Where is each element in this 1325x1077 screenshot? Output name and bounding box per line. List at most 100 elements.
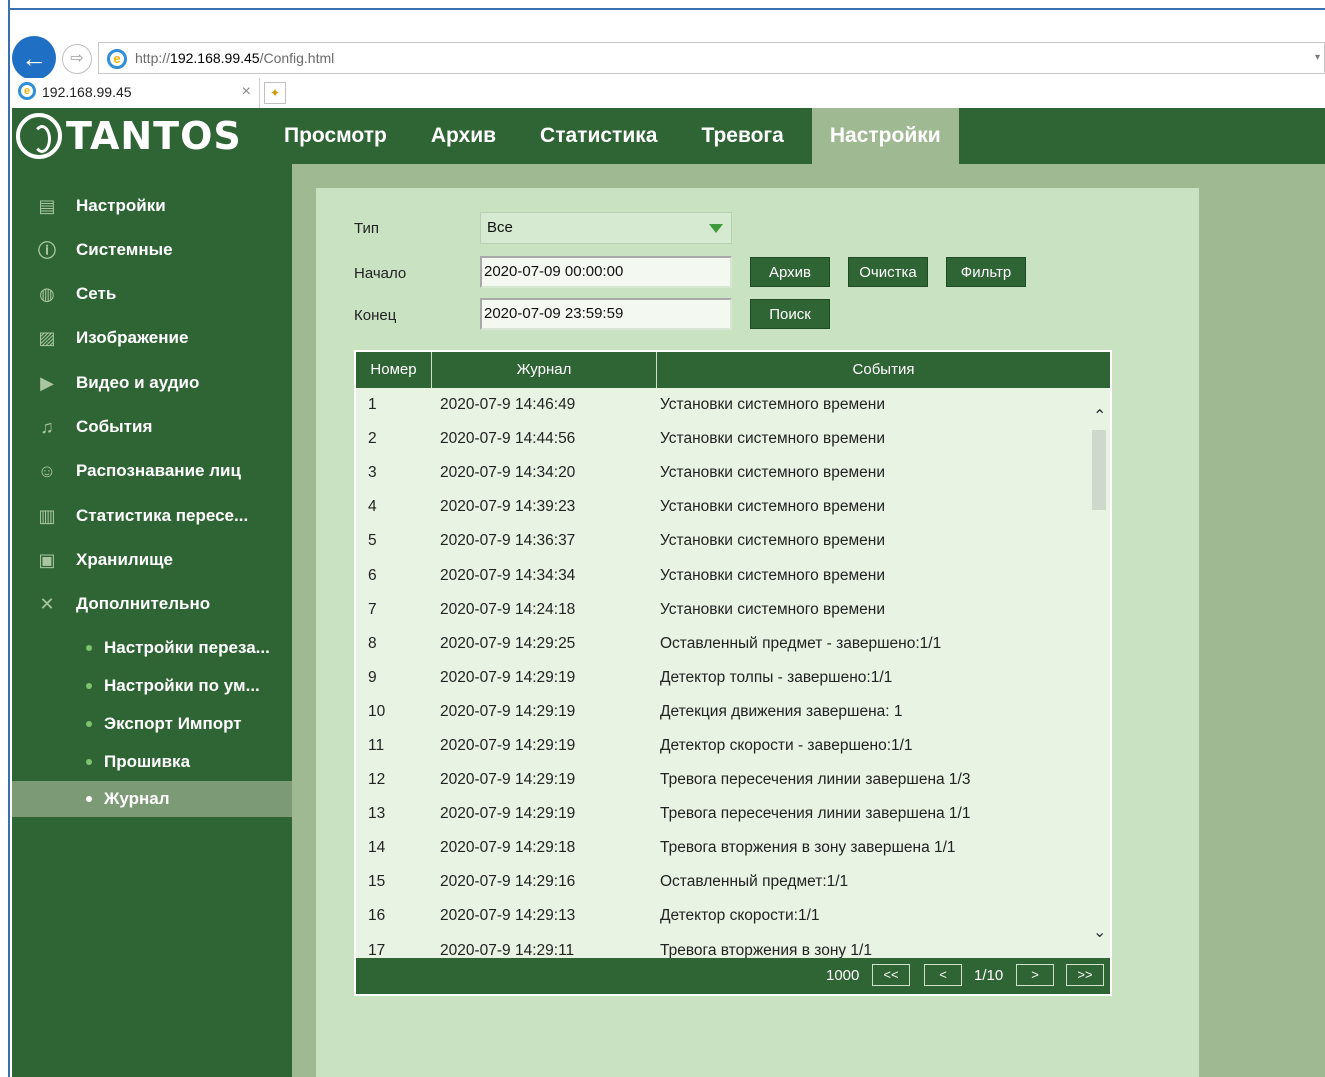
row-event: Установки системного времени [660,566,886,584]
sidebar-item-settings[interactable]: ▤ Настройки [12,186,292,226]
row-timestamp: 2020-07-9 14:29:11 [440,941,575,958]
row-event: Установки системного времени [660,430,886,448]
sidebar-subitem-reboot-settings[interactable]: Настройки переза... [12,630,292,666]
last-page-button[interactable]: >> [1066,964,1104,986]
nav-view[interactable]: Просмотр [268,108,403,164]
search-button[interactable]: Поиск [750,299,830,329]
first-page-button[interactable]: << [872,964,910,986]
globe-icon: ◍ [39,283,55,304]
end-time-input[interactable]: 2020-07-09 23:59:59 [480,298,732,330]
app-header: TANTOS Просмотр Архив Статистика Тревога… [12,108,1325,164]
column-events[interactable]: События [657,352,1110,388]
sidebar-item-face-recognition[interactable]: ☺ Распознавание лиц [12,451,292,491]
sidebar-item-image[interactable]: ▨ Изображение [12,318,292,358]
row-number: 11 [368,736,385,754]
sidebar-subitem-default-settings[interactable]: Настройки по ум... [12,668,292,704]
type-select-value: Все [487,219,513,236]
row-timestamp: 2020-07-9 14:34:34 [440,566,576,584]
next-page-button[interactable]: > [1016,964,1054,986]
table-row[interactable]: 1 2020-07-9 14:46:49 Установки системного … [356,388,1090,422]
dropdown-icon[interactable]: ▾ [1315,43,1320,73]
sidebar-item-label: Системные [76,240,173,259]
image-icon: ▨ [38,327,56,348]
scrollbar[interactable]: ⌃ ⌄ [1090,388,1110,958]
chevron-down-icon[interactable]: ⌄ [1093,922,1106,942]
table-row[interactable]: 3 2020-07-9 14:34:20 Установки системного … [356,456,1090,490]
settings-icon: ▤ [38,195,56,216]
row-event: Тревога вторжения в зону завершена 1/1 [660,839,956,857]
row-timestamp: 2020-07-9 14:39:23 [440,498,576,516]
sidebar-subitem-log[interactable]: Журнал [12,781,292,817]
row-number: 17 [368,941,386,958]
close-icon[interactable]: × [242,78,251,106]
row-number: 13 [368,805,386,823]
table-row[interactable]: 12 2020-07-9 14:29:19 Тревога пересечения … [356,763,1090,797]
chevron-up-icon[interactable]: ⌃ [1093,406,1106,426]
sidebar-item-system[interactable]: ⓘ Системные [12,230,292,270]
logo-mark-icon [16,113,62,159]
row-event: Оставленный предмет:1/1 [660,873,849,891]
sidebar-item-events[interactable]: ♫ События [12,407,292,447]
bullet-icon [86,721,92,727]
pagination-bar: 1000 << < 1/10 > >> [356,958,1110,994]
forward-arrow-icon[interactable]: ⇨ [62,44,92,74]
face-icon: ☺ [37,460,57,481]
sidebar-item-label: Дополнительно [76,594,211,613]
table-row[interactable]: 14 2020-07-9 14:29:18 Тревога вторжения в … [356,831,1090,865]
table-row[interactable]: 15 2020-07-9 14:29:16 Оставленный предмет:… [356,865,1090,899]
table-row[interactable]: 16 2020-07-9 14:29:13 Детектор скорости:1/… [356,899,1090,933]
log-panel: Тип Все Начало 2020-07-09 00:00:00 Конец… [316,188,1199,1077]
table-row[interactable]: 7 2020-07-9 14:24:18 Установки системного … [356,593,1090,627]
back-arrow-icon[interactable]: ← [12,36,56,80]
table-row[interactable]: 17 2020-07-9 14:29:11 Тревога вторжения в … [356,934,1090,958]
row-event: Тревога вторжения в зону 1/1 [660,941,872,958]
table-row[interactable]: 2 2020-07-9 14:44:56 Установки системного … [356,422,1090,456]
row-timestamp: 2020-07-9 14:36:37 [440,532,576,550]
sidebar-subitem-export-import[interactable]: Экспорт Импорт [12,706,292,742]
sidebar-item-label: Распознавание лиц [76,461,241,480]
table-row[interactable]: 4 2020-07-9 14:39:23 Установки системного … [356,490,1090,524]
address-input[interactable]: e http://192.168.99.45/Config.html ▾ [98,42,1325,74]
column-log[interactable]: Журнал [432,352,657,388]
nav-alarm[interactable]: Тревога [685,108,799,164]
sidebar-item-label: Настройки [76,196,166,215]
ie-icon: e [107,49,127,69]
table-row[interactable]: 13 2020-07-9 14:29:19 Тревога пересечения … [356,797,1090,831]
nav-statistics[interactable]: Статистика [524,108,673,164]
prev-page-button[interactable]: < [924,964,962,986]
sidebar-item-storage[interactable]: ▣ Хранилище [12,540,292,580]
row-timestamp: 2020-07-9 14:24:18 [440,600,576,618]
archive-button[interactable]: Архив [750,257,830,287]
sidebar: ▤ Настройки ⓘ Системные ◍ Сеть ▨ Изображ… [12,164,292,1077]
filter-button[interactable]: Фильтр [946,257,1026,287]
sidebar-item-video-audio[interactable]: ▶ Видео и аудио [12,363,292,403]
row-event: Тревога пересечения линии завершена 1/3 [660,771,971,789]
table-row[interactable]: 6 2020-07-9 14:34:34 Установки системного … [356,558,1090,592]
sidebar-item-network[interactable]: ◍ Сеть [12,274,292,314]
new-tab-icon[interactable]: ✦ [264,82,286,104]
table-row[interactable]: 5 2020-07-9 14:36:37 Установки системного … [356,524,1090,558]
sidebar-subitem-label: Прошивка [104,752,191,771]
end-label: Конец [354,307,397,324]
clear-button[interactable]: Очистка [848,257,928,287]
browser-tab[interactable]: e 192.168.99.45 × [12,78,260,108]
sidebar-subitem-firmware[interactable]: Прошивка [12,744,292,780]
table-row[interactable]: 10 2020-07-9 14:29:19 Детекция движения за… [356,695,1090,729]
type-select[interactable]: Все [480,212,732,244]
nav-settings[interactable]: Настройки [811,108,959,164]
row-number: 1 [368,396,377,414]
row-event: Установки системного времени [660,396,886,414]
table-row[interactable]: 9 2020-07-9 14:29:19 Детектор толпы - заве… [356,661,1090,695]
row-number: 2 [368,430,377,448]
start-time-input[interactable]: 2020-07-09 00:00:00 [480,256,732,288]
sidebar-item-crossing-stats[interactable]: ▥ Статистика пересе... [12,496,292,536]
nav-archive[interactable]: Архив [415,108,512,164]
window-top-border [0,0,1325,10]
table-row[interactable]: 8 2020-07-9 14:29:25 Оставленный предмет -… [356,627,1090,661]
row-number: 12 [368,771,386,789]
column-number[interactable]: Номер [356,352,432,388]
table-row[interactable]: 11 2020-07-9 14:29:19 Детектор скорости - … [356,729,1090,763]
scrollbar-thumb[interactable] [1092,430,1106,510]
bar-chart-icon: ▥ [38,505,56,526]
sidebar-item-advanced[interactable]: ✕ Дополнительно [12,584,292,624]
